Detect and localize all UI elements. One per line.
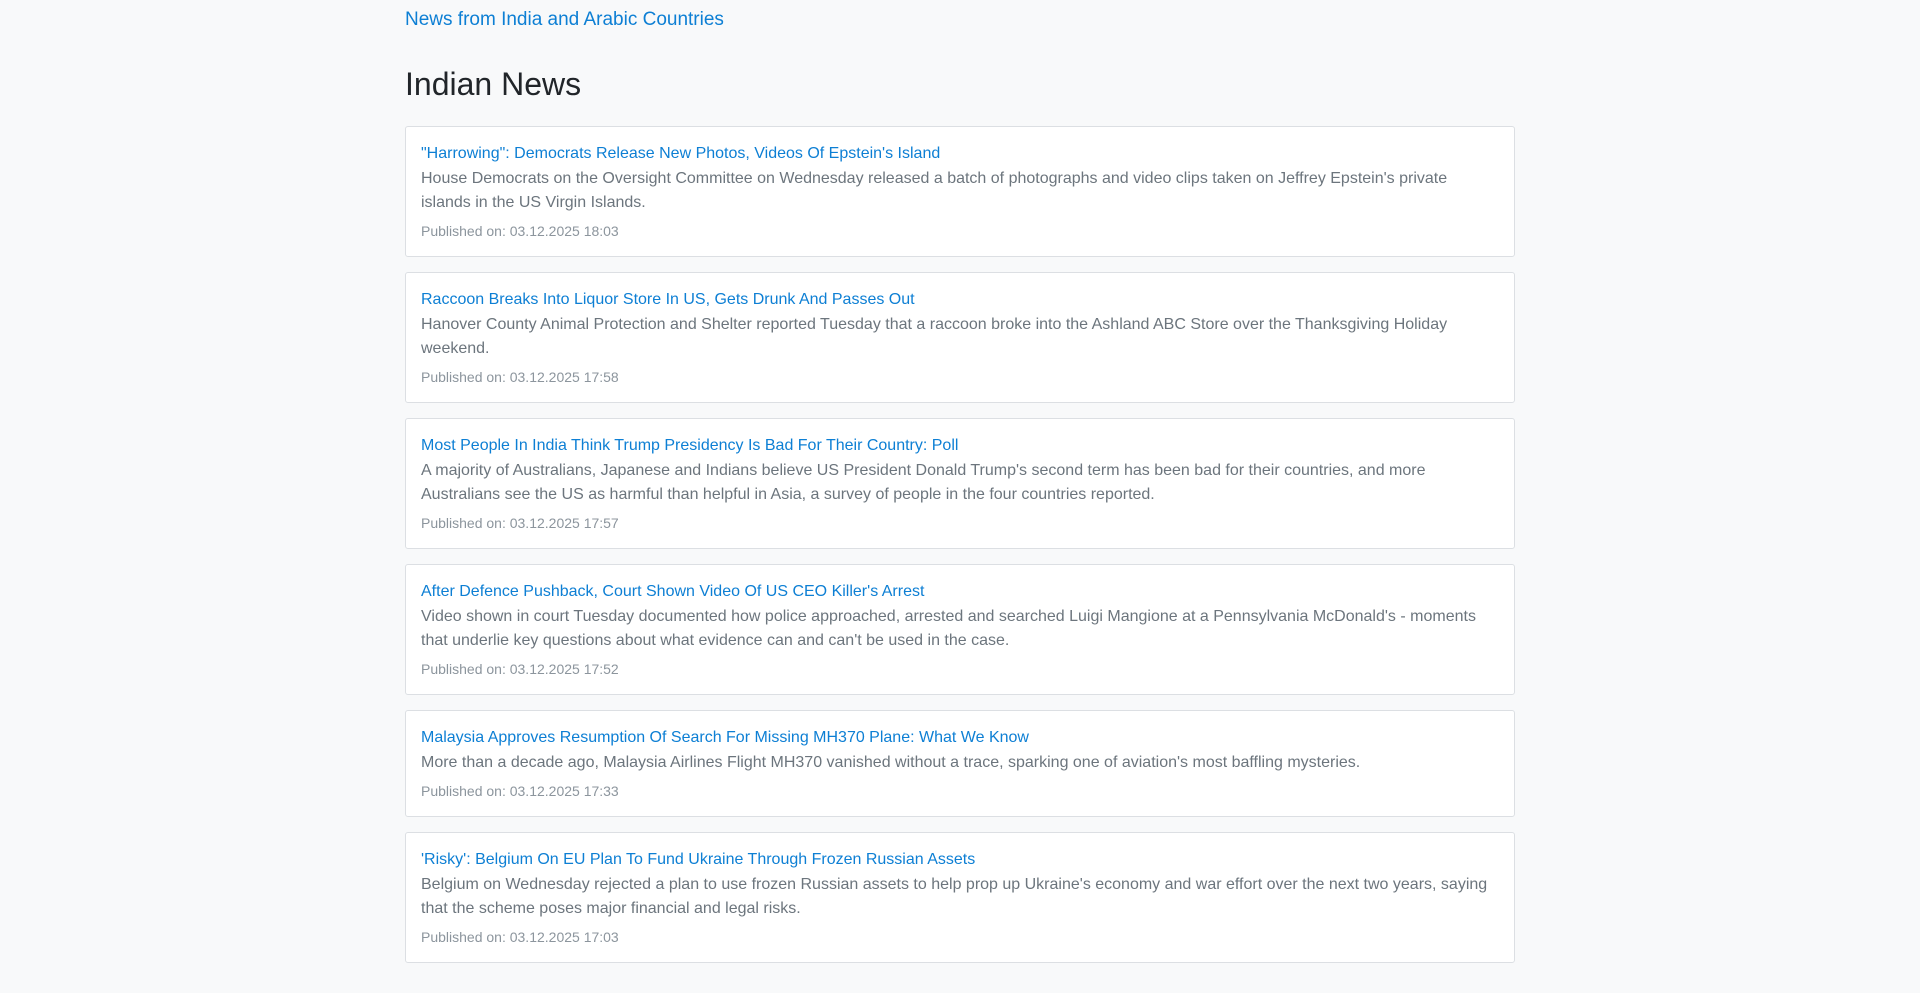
news-published-date: Published on: 03.12.2025 18:03: [421, 223, 619, 239]
news-published-date: Published on: 03.12.2025 17:57: [421, 515, 619, 531]
news-description: A majority of Australians, Japanese and …: [421, 462, 1426, 503]
news-card: Raccoon Breaks Into Liquor Store In US, …: [405, 272, 1515, 403]
news-title-link[interactable]: Most People In India Think Trump Preside…: [421, 436, 1499, 456]
news-card: 'Risky': Belgium On EU Plan To Fund Ukra…: [405, 832, 1515, 963]
news-title-link[interactable]: After Defence Pushback, Court Shown Vide…: [421, 582, 1499, 602]
news-published-date: Published on: 03.12.2025 17:03: [421, 929, 619, 945]
news-published-date: Published on: 03.12.2025 17:33: [421, 783, 619, 799]
site-home-link[interactable]: News from India and Arabic Countries: [405, 9, 1515, 31]
news-title-link[interactable]: "Harrowing": Democrats Release New Photo…: [421, 144, 1499, 164]
news-title-link[interactable]: Malaysia Approves Resumption Of Search F…: [421, 728, 1499, 748]
section-title: Indian News: [405, 66, 582, 102]
news-title-link[interactable]: Raccoon Breaks Into Liquor Store In US, …: [421, 290, 1499, 310]
news-card: Most People In India Think Trump Preside…: [405, 418, 1515, 549]
news-card: "Harrowing": Democrats Release New Photo…: [405, 126, 1515, 257]
news-description: More than a decade ago, Malaysia Airline…: [421, 754, 1361, 771]
news-published-date: Published on: 03.12.2025 17:52: [421, 661, 619, 677]
news-description: Belgium on Wednesday rejected a plan to …: [421, 876, 1488, 917]
news-description: Video shown in court Tuesday documented …: [421, 608, 1476, 649]
news-title-link[interactable]: 'Risky': Belgium On EU Plan To Fund Ukra…: [421, 850, 1499, 870]
news-description: Hanover County Animal Protection and She…: [421, 316, 1448, 357]
news-card: After Defence Pushback, Court Shown Vide…: [405, 564, 1515, 695]
news-list: "Harrowing": Democrats Release New Photo…: [405, 126, 1515, 963]
news-published-date: Published on: 03.12.2025 17:58: [421, 369, 619, 385]
news-card: Malaysia Approves Resumption Of Search F…: [405, 710, 1515, 817]
news-description: House Democrats on the Oversight Committ…: [421, 170, 1448, 211]
page-container: News from India and Arabic Countries Ind…: [405, 0, 1515, 978]
